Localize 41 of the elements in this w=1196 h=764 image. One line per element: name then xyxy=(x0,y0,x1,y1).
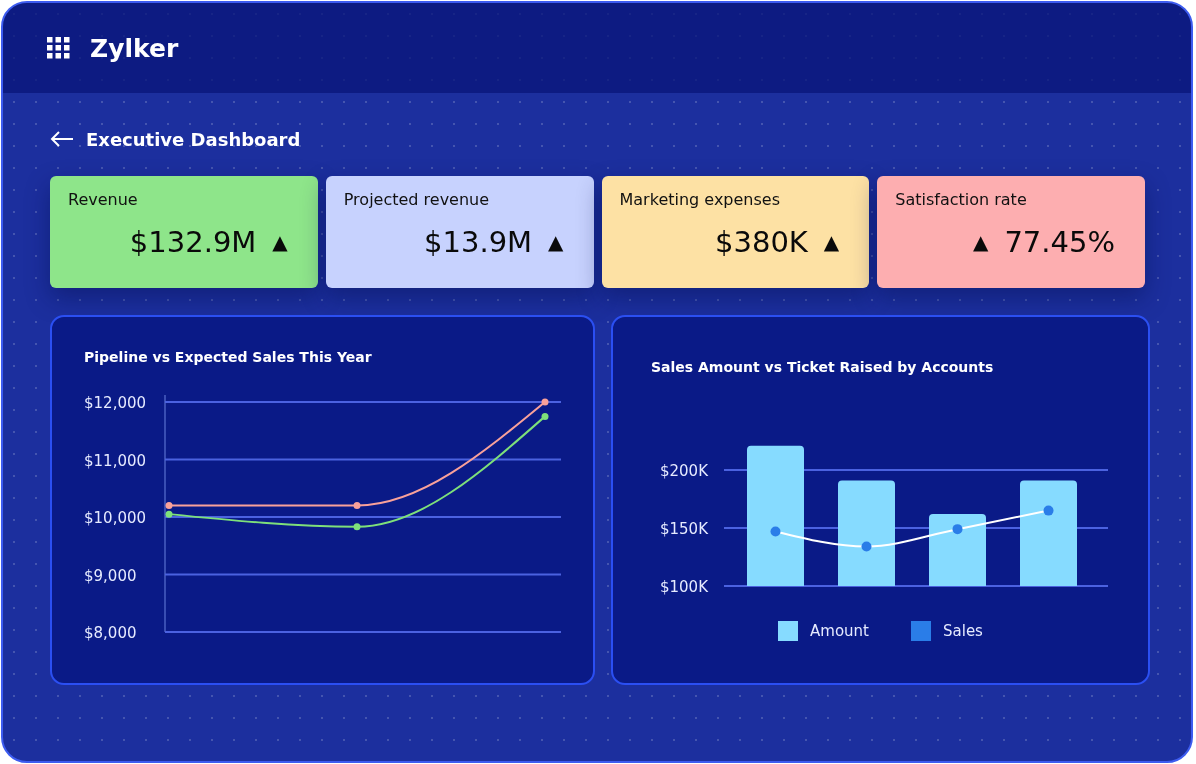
trend-indicator: ▲ xyxy=(272,230,288,254)
kpi-value: $132.9M xyxy=(129,225,257,259)
y-tick-label: $150K xyxy=(660,520,708,538)
kpi-value: 77.45% xyxy=(1004,225,1115,259)
kpi-value: $380K xyxy=(715,225,808,259)
y-tick-label: $9,000 xyxy=(84,566,137,585)
trend-indicator: ▲ xyxy=(823,230,840,254)
point xyxy=(165,502,173,509)
point xyxy=(861,541,872,552)
chart-title: Sales Amount vs Ticket Raised by Accounts xyxy=(651,359,994,375)
legend-label: Sales xyxy=(943,622,983,640)
y-tick-label: $100K xyxy=(660,578,708,596)
y-tick-label: $200K xyxy=(660,462,708,480)
y-tick-label: $11,000 xyxy=(84,451,147,470)
legend-swatch xyxy=(778,621,799,641)
brand-name: Zylker xyxy=(90,33,179,63)
kpi-value: $13.9M xyxy=(424,225,533,259)
y-tick-label: $10,000 xyxy=(84,509,147,527)
point xyxy=(353,502,361,509)
legend-swatch xyxy=(911,621,931,641)
kpi-label: Projected revenue xyxy=(343,190,490,209)
point xyxy=(770,526,781,537)
y-tick-label: $8,000 xyxy=(84,624,137,642)
kpi-label: Revenue xyxy=(68,190,138,209)
kpi-label: Marketing expenses xyxy=(619,190,780,209)
bar xyxy=(929,514,986,586)
point xyxy=(165,510,173,518)
legend-label: Amount xyxy=(810,622,869,640)
point xyxy=(541,398,549,406)
y-tick-label: $12,000 xyxy=(84,394,147,412)
point xyxy=(541,412,549,420)
trend-indicator: ▲ xyxy=(973,230,989,254)
chart-title: Pipeline vs Expected Sales This Year xyxy=(84,349,372,365)
point xyxy=(952,524,963,535)
back-arrow-icon[interactable] xyxy=(50,131,74,147)
page-title: Executive Dashboard xyxy=(86,128,301,150)
point xyxy=(353,523,361,531)
point xyxy=(1043,505,1054,516)
kpi-label: Satisfaction rate xyxy=(895,190,1027,209)
grid-menu-icon[interactable] xyxy=(47,37,70,59)
trend-indicator: ▲ xyxy=(548,230,564,254)
